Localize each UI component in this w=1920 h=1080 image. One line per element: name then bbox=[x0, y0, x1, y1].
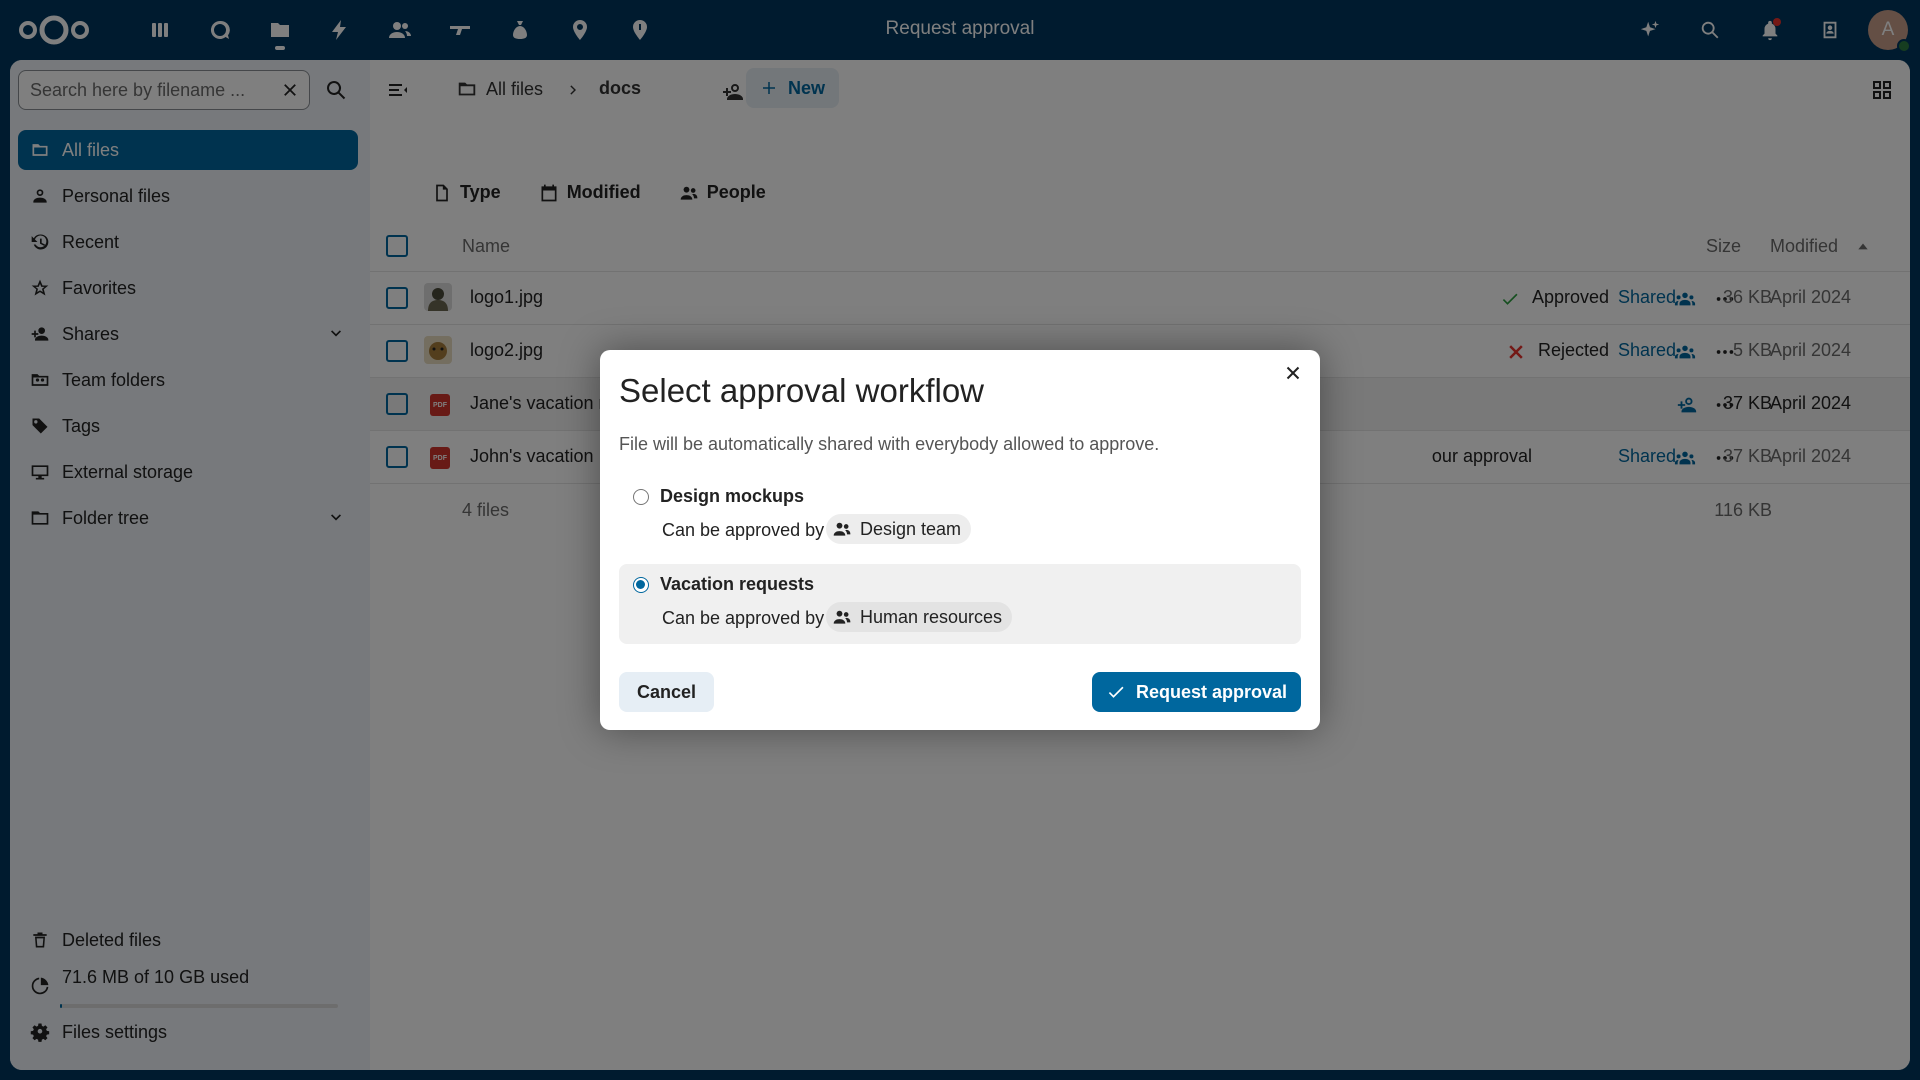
approver-name: Human resources bbox=[860, 606, 1003, 627]
workflow-option-vacation-requests[interactable]: Vacation requests Can be approved by Hum… bbox=[619, 564, 1301, 644]
request-approval-button[interactable]: Request approval bbox=[1092, 672, 1301, 712]
workflow-approver-label: Can be approved by bbox=[662, 520, 825, 540]
approver-chip: Design team bbox=[826, 514, 972, 544]
workflow-name: Design mockups bbox=[660, 486, 805, 506]
workflow-radio[interactable] bbox=[633, 577, 649, 593]
group-icon bbox=[833, 610, 851, 624]
request-approval-label: Request approval bbox=[1135, 681, 1288, 702]
workflow-option-design-mockups[interactable]: Design mockups Can be approved by Design… bbox=[619, 476, 1301, 556]
approval-workflow-dialog: Select approval workflow File will be au… bbox=[600, 350, 1320, 730]
dialog-description: File will be automatically shared with e… bbox=[619, 434, 1160, 454]
checkmark-icon bbox=[1108, 686, 1124, 698]
dialog-title: Select approval workflow bbox=[619, 372, 984, 409]
approver-name: Design team bbox=[860, 518, 962, 539]
workflow-name: Vacation requests bbox=[660, 574, 815, 594]
group-icon bbox=[833, 522, 851, 536]
workflow-approver-label: Can be approved by bbox=[662, 608, 825, 628]
workflow-radio[interactable] bbox=[633, 489, 649, 505]
approver-chip: Human resources bbox=[826, 602, 1013, 632]
cancel-button[interactable]: Cancel bbox=[619, 672, 714, 712]
close-icon[interactable] bbox=[1282, 362, 1304, 384]
